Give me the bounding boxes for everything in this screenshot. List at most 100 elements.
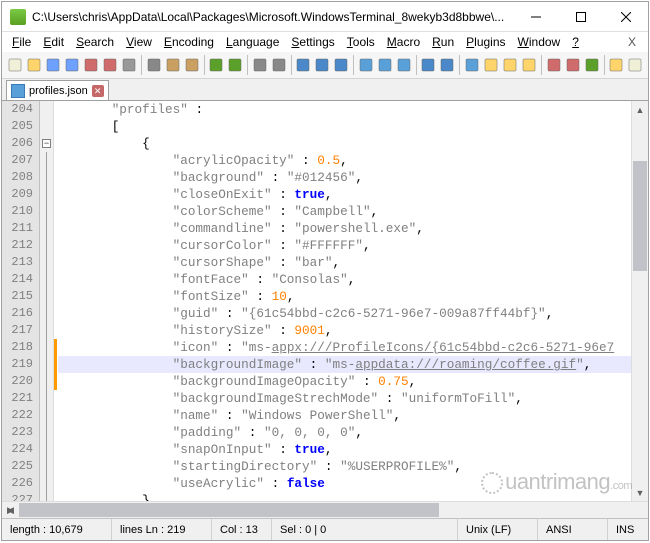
func-list-button[interactable] [501, 54, 519, 76]
menu-plugins[interactable]: Plugins [460, 33, 511, 51]
unfold-all-button[interactable] [438, 54, 456, 76]
vertical-scrollbar[interactable]: ▲ ▼ [631, 101, 648, 501]
toolbar [2, 52, 648, 79]
fold-column[interactable]: − [40, 101, 54, 501]
code-line[interactable]: "padding" : "0, 0, 0, 0", [66, 424, 631, 441]
scroll-down-arrow[interactable]: ▼ [632, 484, 648, 501]
close-button[interactable] [82, 54, 100, 76]
file-icon [11, 84, 25, 98]
spell-button[interactable] [607, 54, 625, 76]
save-file-button[interactable] [44, 54, 62, 76]
code-line[interactable]: { [66, 135, 631, 152]
status-sel: Sel : 0 | 0 [272, 519, 458, 540]
line-number-gutter: 2042052062072082092102112122132142152162… [2, 101, 40, 501]
code-line[interactable]: "historySize" : 9001, [66, 322, 631, 339]
code-line[interactable]: "colorScheme" : "Campbell", [66, 203, 631, 220]
minimize-button[interactable] [513, 2, 558, 31]
window-title: C:\Users\chris\AppData\Local\Packages\Mi… [32, 10, 513, 24]
menu-macro[interactable]: Macro [381, 33, 426, 51]
code-line[interactable]: }, [66, 492, 631, 501]
code-line[interactable]: "backgroundImageOpacity" : 0.75, [66, 373, 631, 390]
code-line[interactable]: "useAcrylic" : false [66, 475, 631, 492]
paste-button[interactable] [183, 54, 201, 76]
record-button[interactable] [564, 54, 582, 76]
status-encoding: ANSI [538, 519, 608, 540]
find-button[interactable] [251, 54, 269, 76]
menu-view[interactable]: View [120, 33, 158, 51]
menu-window[interactable]: Window [512, 33, 567, 51]
editor-area: 2042052062072082092102112122132142152162… [2, 101, 648, 501]
maximize-button[interactable] [558, 2, 603, 31]
scrollbar-thumb-v[interactable] [633, 161, 647, 271]
print-button[interactable] [120, 54, 138, 76]
code-line[interactable]: "snapOnInput" : true, [66, 441, 631, 458]
code-line[interactable]: [ [66, 118, 631, 135]
redo-button[interactable] [226, 54, 244, 76]
indent-guide-button[interactable] [395, 54, 413, 76]
code-line[interactable]: "fontFace" : "Consolas", [66, 271, 631, 288]
monitor-button[interactable] [545, 54, 563, 76]
code-line[interactable]: "acrylicOpacity" : 0.5, [66, 152, 631, 169]
menu-edit[interactable]: Edit [37, 33, 70, 51]
code-editor[interactable]: "profiles" : [ { "acrylicOpacity" : 0.5,… [58, 101, 631, 501]
show-all-button[interactable] [376, 54, 394, 76]
wrap-button[interactable] [357, 54, 375, 76]
tabbar: profiles.json ✕ [2, 79, 648, 101]
undo-button[interactable] [207, 54, 225, 76]
menu-tools[interactable]: Tools [341, 33, 381, 51]
menu-search[interactable]: Search [70, 33, 120, 51]
sync-button[interactable] [332, 54, 350, 76]
menu-settings[interactable]: Settings [285, 33, 340, 51]
menu-?[interactable]: ? [566, 33, 585, 51]
code-line[interactable]: "icon" : "ms-appx:///ProfileIcons/{61c54… [66, 339, 631, 356]
scroll-right-arrow[interactable]: ▶ [2, 502, 19, 519]
hidden-chars-button[interactable] [463, 54, 481, 76]
new-file-button[interactable] [6, 54, 24, 76]
menu-encoding[interactable]: Encoding [158, 33, 220, 51]
copy-button[interactable] [164, 54, 182, 76]
close-all-button[interactable] [101, 54, 119, 76]
horizontal-scrollbar[interactable]: ◀ ▶ [2, 501, 648, 518]
code-line[interactable]: "guid" : "{61c54bbd-c2c6-5271-96e7-009a8… [66, 305, 631, 322]
zoom-in-button[interactable] [294, 54, 312, 76]
menubar-close[interactable]: X [620, 33, 644, 51]
folder-button[interactable] [520, 54, 538, 76]
scrollbar-thumb-h[interactable] [19, 503, 439, 517]
code-line[interactable]: "commandline" : "powershell.exe", [66, 220, 631, 237]
code-line[interactable]: "closeOnExit" : true, [66, 186, 631, 203]
status-col: Col : 13 [212, 519, 272, 540]
code-line[interactable]: "cursorShape" : "bar", [66, 254, 631, 271]
code-line[interactable]: "background" : "#012456", [66, 169, 631, 186]
cut-button[interactable] [145, 54, 163, 76]
tab-profiles-json[interactable]: profiles.json ✕ [6, 80, 109, 100]
tab-close-icon[interactable]: ✕ [92, 85, 104, 97]
code-line[interactable]: "backgroundImageStrechMode" : "uniformTo… [66, 390, 631, 407]
replace-button[interactable] [270, 54, 288, 76]
tab-label: profiles.json [29, 85, 88, 97]
play-button[interactable] [583, 54, 601, 76]
zoom-out-button[interactable] [313, 54, 331, 76]
scroll-up-arrow[interactable]: ▲ [632, 101, 648, 118]
doc-map-button[interactable] [482, 54, 500, 76]
status-ins: INS [608, 519, 648, 540]
status-line: lines Ln : 219 [112, 519, 212, 540]
app-icon [10, 9, 26, 25]
code-line[interactable]: "backgroundImage" : "ms-appdata:///roami… [58, 356, 631, 373]
menubar: FileEditSearchViewEncodingLanguageSettin… [2, 32, 648, 52]
doc-button[interactable] [626, 54, 644, 76]
titlebar[interactable]: C:\Users\chris\AppData\Local\Packages\Mi… [2, 2, 648, 32]
status-eol: Unix (LF) [458, 519, 538, 540]
code-line[interactable]: "startingDirectory" : "%USERPROFILE%", [66, 458, 631, 475]
editor-window: C:\Users\chris\AppData\Local\Packages\Mi… [1, 1, 649, 541]
close-button[interactable] [603, 2, 648, 31]
fold-all-button[interactable] [419, 54, 437, 76]
code-line[interactable]: "name" : "Windows PowerShell", [66, 407, 631, 424]
code-line[interactable]: "profiles" : [66, 101, 631, 118]
code-line[interactable]: "cursorColor" : "#FFFFFF", [66, 237, 631, 254]
menu-run[interactable]: Run [426, 33, 460, 51]
open-file-button[interactable] [25, 54, 43, 76]
menu-file[interactable]: File [6, 33, 37, 51]
menu-language[interactable]: Language [220, 33, 285, 51]
save-all-button[interactable] [63, 54, 81, 76]
code-line[interactable]: "fontSize" : 10, [66, 288, 631, 305]
